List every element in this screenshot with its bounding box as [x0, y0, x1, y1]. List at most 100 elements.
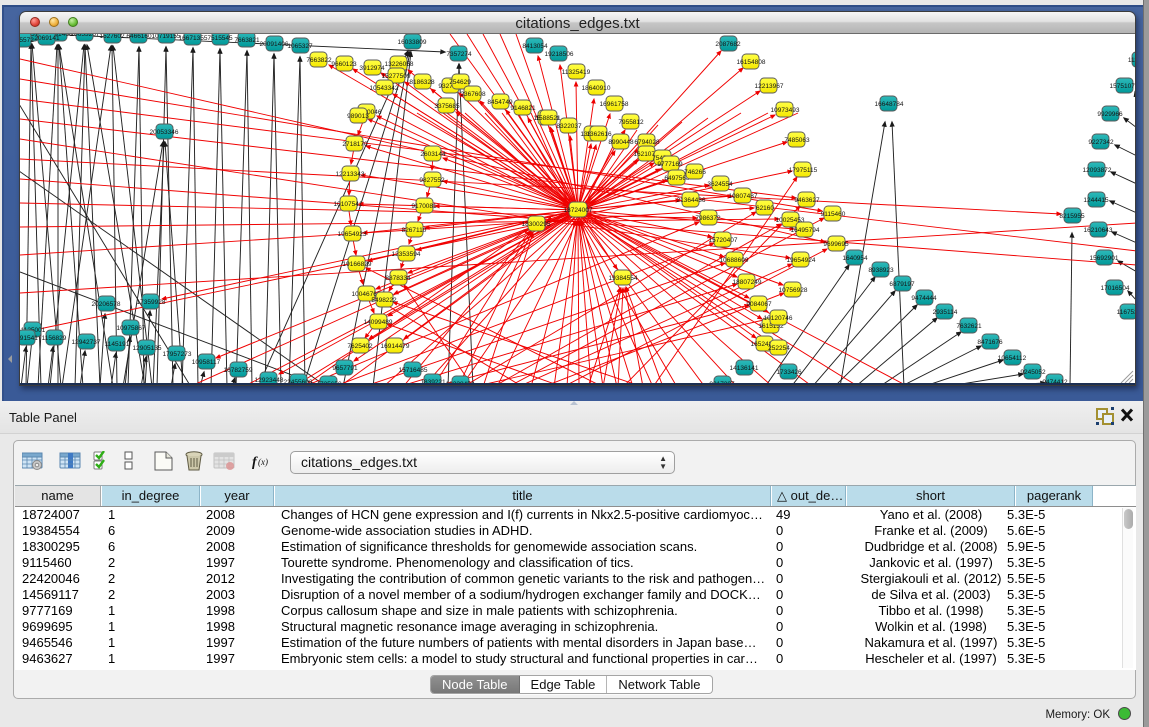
svg-text:10654112: 10654112 — [998, 355, 1027, 362]
svg-text:16914479: 16914479 — [381, 343, 410, 350]
svg-text:10975867: 10975867 — [117, 325, 146, 332]
svg-text:9146821: 9146821 — [510, 105, 536, 112]
svg-text:6794028: 6794028 — [634, 139, 660, 146]
svg-text:9474412: 9474412 — [1042, 379, 1068, 385]
svg-text:19384554: 19384554 — [609, 275, 638, 282]
svg-text:12905135: 12905135 — [133, 345, 162, 352]
svg-text:2718170: 2718170 — [342, 141, 368, 148]
svg-text:1527602: 1527602 — [99, 34, 125, 40]
svg-text:7515545: 7515545 — [207, 35, 233, 42]
svg-text:9929966: 9929966 — [1097, 111, 1123, 118]
svg-text:18724007: 18724007 — [564, 207, 593, 214]
svg-text:9084067: 9084067 — [746, 301, 772, 308]
svg-text:8878334: 8878334 — [385, 275, 411, 282]
svg-text:9115460: 9115460 — [821, 211, 846, 218]
svg-text:18300295: 18300295 — [522, 221, 551, 228]
svg-text:17359928: 17359928 — [137, 299, 166, 306]
svg-text:8454749: 8454749 — [487, 99, 513, 106]
svg-text:1733426: 1733426 — [776, 369, 802, 376]
svg-text:1640954: 1640954 — [842, 255, 868, 262]
svg-text:1167533: 1167533 — [1117, 309, 1135, 316]
svg-text:15277509: 15277509 — [382, 73, 411, 80]
svg-text:12093872: 12093872 — [1083, 167, 1112, 174]
svg-text:8186328: 8186328 — [409, 79, 435, 86]
svg-text:6879197: 6879197 — [889, 281, 915, 288]
svg-text:10653267: 10653267 — [71, 34, 100, 38]
svg-text:16961758: 16961758 — [600, 101, 629, 108]
svg-text:5498222: 5498222 — [371, 297, 397, 304]
svg-text:7986372: 7986372 — [695, 215, 721, 222]
svg-text:19654924: 19654924 — [787, 257, 816, 264]
svg-text:10228452: 10228452 — [446, 381, 475, 385]
svg-text:14136141: 14136141 — [730, 365, 759, 372]
svg-text:10807487: 10807487 — [729, 193, 758, 200]
svg-text:8990448: 8990448 — [608, 139, 634, 146]
svg-text:1145191: 1145191 — [105, 341, 130, 348]
svg-text:17957273: 17957273 — [163, 351, 192, 358]
svg-text:2367608: 2367608 — [460, 91, 486, 98]
svg-text:16210643: 16210643 — [1084, 227, 1113, 234]
svg-text:17016504: 17016504 — [1101, 285, 1130, 292]
svg-text:2087682: 2087682 — [715, 41, 741, 48]
svg-text:62160: 62160 — [756, 205, 774, 212]
svg-text:9245052: 9245052 — [1020, 369, 1046, 376]
svg-text:15692901: 15692901 — [1090, 255, 1119, 262]
svg-text:18807249: 18807249 — [733, 279, 762, 286]
svg-text:10107541: 10107541 — [334, 201, 363, 208]
svg-text:9699695: 9699695 — [823, 241, 849, 248]
svg-text:15751074: 15751074 — [1110, 83, 1135, 90]
svg-text:20053346: 20053346 — [150, 129, 179, 136]
svg-text:3375685: 3375685 — [434, 103, 460, 110]
svg-text:10756928: 10756928 — [779, 287, 808, 294]
svg-text:7485063: 7485063 — [784, 137, 810, 144]
svg-text:9777169: 9777169 — [657, 161, 683, 168]
svg-text:10120746: 10120746 — [764, 315, 793, 322]
svg-text:12353594: 12353594 — [392, 251, 421, 258]
svg-text:1117433: 1117433 — [1128, 57, 1135, 64]
svg-text:8267110: 8267110 — [402, 227, 427, 234]
svg-text:8322037: 8322037 — [556, 123, 582, 130]
svg-text:19218506: 19218506 — [545, 51, 574, 58]
svg-text:17975115: 17975115 — [789, 167, 818, 174]
svg-text:15716485: 15716485 — [399, 367, 428, 374]
svg-text:16648784: 16648784 — [875, 101, 904, 108]
svg-text:10688609: 10688609 — [720, 257, 749, 264]
svg-text:7625402: 7625402 — [347, 343, 373, 350]
svg-text:11325419: 11325419 — [562, 69, 591, 76]
svg-text:16154808: 16154808 — [737, 59, 766, 66]
svg-text:252254: 252254 — [768, 345, 790, 352]
svg-text:989013: 989013 — [347, 113, 369, 120]
svg-text:12942737: 12942737 — [72, 339, 101, 346]
svg-text:6466160: 6466160 — [126, 34, 152, 40]
svg-text:19654923: 19654923 — [338, 231, 367, 238]
svg-text:8215955: 8215955 — [1059, 213, 1085, 220]
svg-text:19166829: 19166829 — [343, 261, 372, 268]
svg-text:8413054: 8413054 — [522, 43, 548, 50]
svg-text:3912974: 3912974 — [359, 65, 385, 72]
svg-text:22455603: 22455603 — [284, 379, 313, 385]
svg-text:12213967: 12213967 — [755, 83, 784, 90]
svg-text:12923448: 12923448 — [255, 377, 284, 384]
svg-text:4735650: 4735650 — [316, 381, 342, 385]
svg-text:9827552: 9827552 — [419, 177, 445, 184]
svg-text:9227342: 9227342 — [1088, 139, 1114, 146]
svg-text:3624554: 3624554 — [707, 181, 733, 188]
svg-text:20091406: 20091406 — [260, 41, 289, 48]
svg-text:9660123: 9660123 — [331, 61, 357, 68]
svg-text:18640910: 18640910 — [582, 85, 611, 92]
svg-text:2069141: 2069141 — [34, 35, 60, 42]
svg-text:405572: 405572 — [20, 37, 34, 44]
svg-text:2935114: 2935114 — [933, 309, 958, 316]
svg-text:1065327: 1065327 — [287, 43, 313, 50]
svg-text:7955812: 7955812 — [618, 119, 644, 126]
svg-text:9170081: 9170081 — [411, 203, 437, 210]
svg-text:(x): (x) — [258, 457, 268, 467]
svg-text:8471676: 8471676 — [977, 339, 1003, 346]
svg-text:12213343: 12213343 — [336, 171, 365, 178]
svg-text:14099489: 14099489 — [364, 319, 393, 326]
svg-text:16782759: 16782759 — [224, 367, 253, 374]
svg-text:8938923: 8938923 — [868, 267, 894, 274]
svg-text:9657791: 9657791 — [332, 365, 358, 372]
svg-text:1362616: 1362616 — [586, 131, 612, 138]
svg-text:16671355: 16671355 — [179, 35, 208, 42]
